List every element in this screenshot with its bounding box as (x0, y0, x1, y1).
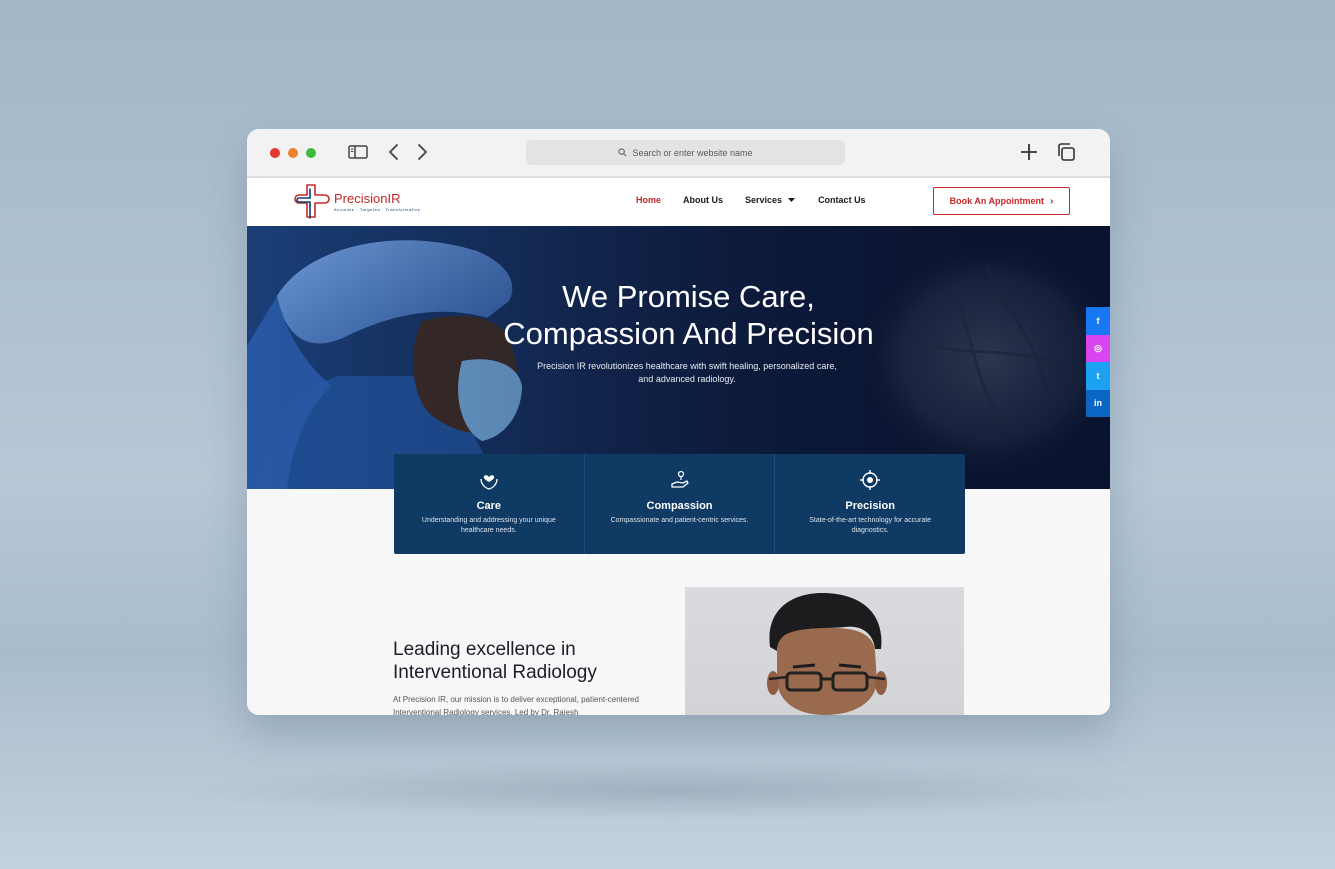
about-heading: Leading excellence in Interventional Rad… (393, 639, 597, 683)
close-window-button[interactable] (270, 148, 280, 158)
hero-section: We Promise Care, Compassion And Precisio… (247, 226, 1110, 489)
feature-title: Compassion (646, 500, 713, 512)
feature-description: Compassionate and patient-centric servic… (610, 517, 749, 524)
heart-hands-icon (394, 469, 584, 491)
helping-hand-icon (585, 469, 775, 491)
search-icon (618, 148, 627, 157)
floor-shadow (170, 760, 1170, 820)
doctor-portrait-image (685, 587, 964, 715)
maximize-window-button[interactable] (306, 148, 316, 158)
book-appointment-button[interactable]: Book An Appointment › (933, 187, 1070, 215)
tabs-overview-icon[interactable] (1055, 141, 1077, 163)
browser-window: Search or enter website name PrecisionIR… (247, 129, 1110, 715)
website-viewport: PrecisionIR Accurate · Targeted · Transf… (247, 178, 1110, 715)
feature-card-precision: Precision State-of-the-art technology fo… (774, 454, 965, 554)
main-menu: Home About Us Services Contact Us (636, 195, 888, 205)
site-navbar: PrecisionIR Accurate · Targeted · Transf… (247, 178, 1110, 226)
site-logo[interactable]: PrecisionIR Accurate · Targeted · Transf… (294, 183, 420, 221)
chevron-right-icon: › (1049, 195, 1054, 207)
new-tab-icon[interactable] (1018, 141, 1040, 163)
about-paragraph: At Precision IR, our mission is to deliv… (393, 695, 639, 715)
feature-description: Understanding and addressing your unique… (421, 517, 556, 534)
forward-arrow-icon[interactable] (411, 141, 433, 163)
minimize-window-button[interactable] (288, 148, 298, 158)
twitter-icon[interactable]: t (1086, 362, 1110, 390)
hero-title: We Promise Care, Compassion And Precisio… (247, 278, 1110, 352)
logo-name: PrecisionIR (334, 191, 401, 206)
hero-title-line-1: We Promise Care, (562, 279, 815, 314)
nav-services[interactable]: Services (745, 195, 796, 205)
target-icon (775, 469, 965, 491)
nav-about-us[interactable]: About Us (683, 195, 723, 205)
facebook-icon[interactable]: f (1086, 307, 1110, 335)
address-placeholder: Search or enter website name (632, 147, 753, 158)
feature-card-compassion: Compassion Compassionate and patient-cen… (583, 454, 775, 554)
nav-services-label: Services (745, 195, 783, 205)
feature-description: State-of-the-art technology for accurate… (809, 517, 932, 534)
feature-card-care: Care Understanding and addressing your u… (394, 454, 584, 554)
address-bar[interactable]: Search or enter website name (526, 140, 845, 165)
book-appointment-label: Book An Appointment (949, 196, 1044, 206)
hero-background-image (247, 226, 1110, 489)
logo-tagline: Accurate · Targeted · Transformative (334, 207, 421, 212)
chevron-down-icon (788, 198, 796, 202)
browser-toolbar: Search or enter website name (247, 129, 1110, 178)
nav-contact-us[interactable]: Contact Us (818, 195, 866, 205)
features-panel: Care Understanding and addressing your u… (394, 454, 965, 554)
social-share-bar: f ◎ t in (1086, 307, 1110, 417)
nav-home[interactable]: Home (636, 195, 661, 205)
medical-cross-logo-icon (294, 184, 330, 219)
hero-subtitle: Precision IR revolutionizes healthcare w… (537, 361, 837, 384)
hero-title-line-2: Compassion And Precision (503, 316, 874, 351)
instagram-icon[interactable]: ◎ (1086, 334, 1110, 362)
linkedin-icon[interactable]: in (1086, 389, 1110, 417)
feature-title: Care (476, 500, 502, 512)
back-arrow-icon[interactable] (383, 141, 405, 163)
feature-title: Precision (845, 500, 895, 512)
sidebar-toggle-icon[interactable] (347, 141, 369, 163)
